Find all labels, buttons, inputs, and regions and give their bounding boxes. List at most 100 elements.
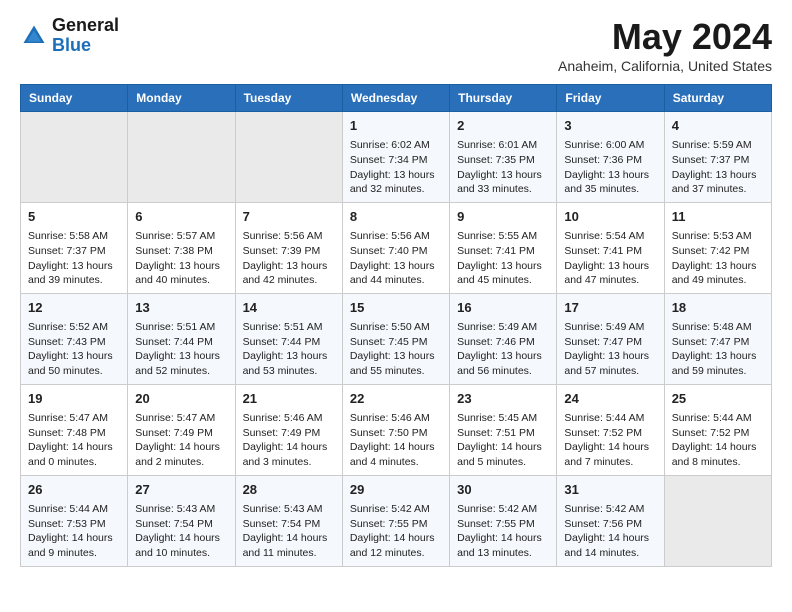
column-header-wednesday: Wednesday xyxy=(342,85,449,112)
day-info: Sunrise: 5:49 AM Sunset: 7:46 PM Dayligh… xyxy=(457,320,549,379)
column-header-sunday: Sunday xyxy=(21,85,128,112)
logo-general: General xyxy=(52,16,119,36)
calendar-cell: 23Sunrise: 5:45 AM Sunset: 7:51 PM Dayli… xyxy=(450,384,557,475)
day-info: Sunrise: 5:46 AM Sunset: 7:49 PM Dayligh… xyxy=(243,411,335,470)
day-number: 22 xyxy=(350,390,442,408)
calendar-cell: 27 Sunrise: 5:43 AM Sunset: 7:54 PM Dayli… xyxy=(128,475,235,566)
day-info: Sunrise: 5:43 AM Sunset: 7:54 PM Dayligh… xyxy=(243,502,335,561)
day-number: 11 xyxy=(672,208,764,226)
calendar-cell: 30 Sunrise: 5:42 AM Sunset: 7:55 PM Dayli… xyxy=(450,475,557,566)
calendar-cell: 25 Sunrise: 5:44 AM Sunset: 7:52 PM Dayli… xyxy=(664,384,771,475)
day-number: 9 xyxy=(457,208,549,226)
day-number: 21 xyxy=(243,390,335,408)
logo-blue: Blue xyxy=(52,36,119,56)
day-number: 13 xyxy=(135,299,227,317)
calendar-cell: 22 Sunrise: 5:46 AM Sunset: 7:50 PM Dayli… xyxy=(342,384,449,475)
day-info: Sunrise: 5:52 AM Sunset: 7:43 PM Dayligh… xyxy=(28,320,120,379)
calendar-cell: 13 Sunrise: 5:51 AM Sunset: 7:44 PM Dayli… xyxy=(128,293,235,384)
day-info: Sunrise: 5:59 AM Sunset: 7:37 PM Dayligh… xyxy=(672,138,764,197)
day-number: 24 xyxy=(564,390,656,408)
day-info: Sunrise: 5:42 AM Sunset: 7:55 PM Dayligh… xyxy=(350,502,442,561)
page-subtitle: Anaheim, California, United States xyxy=(558,58,772,74)
day-number: 27 xyxy=(135,481,227,499)
day-info: Sunrise: 5:47 AM Sunset: 7:48 PM Dayligh… xyxy=(28,411,120,470)
day-info: Sunrise: 5:53 AM Sunset: 7:42 PM Dayligh… xyxy=(672,229,764,288)
day-number: 16 xyxy=(457,299,549,317)
calendar-cell: 11 Sunrise: 5:53 AM Sunset: 7:42 PM Dayli… xyxy=(664,202,771,293)
calendar-cell: 9 Sunrise: 5:55 AM Sunset: 7:41 PM Daylig… xyxy=(450,202,557,293)
calendar-header-row: SundayMondayTuesdayWednesdayThursdayFrid… xyxy=(21,85,772,112)
day-number: 6 xyxy=(135,208,227,226)
day-number: 4 xyxy=(672,117,764,135)
calendar-cell: 21 Sunrise: 5:46 AM Sunset: 7:49 PM Dayli… xyxy=(235,384,342,475)
day-info: Sunrise: 6:00 AM Sunset: 7:36 PM Dayligh… xyxy=(564,138,656,197)
calendar-cell: 26 Sunrise: 5:44 AM Sunset: 7:53 PM Dayli… xyxy=(21,475,128,566)
title-block: May 2024 Anaheim, California, United Sta… xyxy=(558,16,772,74)
day-number: 17 xyxy=(564,299,656,317)
day-info: Sunrise: 5:55 AM Sunset: 7:41 PM Dayligh… xyxy=(457,229,549,288)
calendar-cell: 24 Sunrise: 5:44 AM Sunset: 7:52 PM Dayli… xyxy=(557,384,664,475)
calendar-cell: 19Sunrise: 5:47 AM Sunset: 7:48 PM Dayli… xyxy=(21,384,128,475)
day-info: Sunrise: 5:48 AM Sunset: 7:47 PM Dayligh… xyxy=(672,320,764,379)
day-info: Sunrise: 6:02 AM Sunset: 7:34 PM Dayligh… xyxy=(350,138,442,197)
day-info: Sunrise: 5:49 AM Sunset: 7:47 PM Dayligh… xyxy=(564,320,656,379)
calendar-cell: 6Sunrise: 5:57 AM Sunset: 7:38 PM Daylig… xyxy=(128,202,235,293)
column-header-thursday: Thursday xyxy=(450,85,557,112)
day-number: 30 xyxy=(457,481,549,499)
calendar-cell: 5Sunrise: 5:58 AM Sunset: 7:37 PM Daylig… xyxy=(21,202,128,293)
day-info: Sunrise: 5:44 AM Sunset: 7:52 PM Dayligh… xyxy=(672,411,764,470)
calendar-cell: 20Sunrise: 5:47 AM Sunset: 7:49 PM Dayli… xyxy=(128,384,235,475)
calendar-week-row: 19Sunrise: 5:47 AM Sunset: 7:48 PM Dayli… xyxy=(21,384,772,475)
calendar-cell: 31Sunrise: 5:42 AM Sunset: 7:56 PM Dayli… xyxy=(557,475,664,566)
calendar-cell: 1 Sunrise: 6:02 AM Sunset: 7:34 PM Daylig… xyxy=(342,112,449,203)
day-number: 28 xyxy=(243,481,335,499)
day-info: Sunrise: 5:56 AM Sunset: 7:40 PM Dayligh… xyxy=(350,229,442,288)
calendar-cell: 17 Sunrise: 5:49 AM Sunset: 7:47 PM Dayli… xyxy=(557,293,664,384)
day-info: Sunrise: 5:44 AM Sunset: 7:52 PM Dayligh… xyxy=(564,411,656,470)
column-header-monday: Monday xyxy=(128,85,235,112)
logo-icon xyxy=(20,22,48,50)
day-info: Sunrise: 5:44 AM Sunset: 7:53 PM Dayligh… xyxy=(28,502,120,561)
day-info: Sunrise: 5:56 AM Sunset: 7:39 PM Dayligh… xyxy=(243,229,335,288)
day-info: Sunrise: 5:50 AM Sunset: 7:45 PM Dayligh… xyxy=(350,320,442,379)
calendar-cell: 7 Sunrise: 5:56 AM Sunset: 7:39 PM Daylig… xyxy=(235,202,342,293)
calendar-cell: 2Sunrise: 6:01 AM Sunset: 7:35 PM Daylig… xyxy=(450,112,557,203)
column-header-saturday: Saturday xyxy=(664,85,771,112)
column-header-friday: Friday xyxy=(557,85,664,112)
calendar-week-row: 1 Sunrise: 6:02 AM Sunset: 7:34 PM Daylig… xyxy=(21,112,772,203)
calendar-cell: 18 Sunrise: 5:48 AM Sunset: 7:47 PM Dayli… xyxy=(664,293,771,384)
column-header-tuesday: Tuesday xyxy=(235,85,342,112)
calendar-week-row: 5Sunrise: 5:58 AM Sunset: 7:37 PM Daylig… xyxy=(21,202,772,293)
day-info: Sunrise: 5:46 AM Sunset: 7:50 PM Dayligh… xyxy=(350,411,442,470)
day-info: Sunrise: 5:51 AM Sunset: 7:44 PM Dayligh… xyxy=(243,320,335,379)
calendar-cell xyxy=(128,112,235,203)
day-number: 20 xyxy=(135,390,227,408)
day-number: 14 xyxy=(243,299,335,317)
day-info: Sunrise: 5:51 AM Sunset: 7:44 PM Dayligh… xyxy=(135,320,227,379)
page-title: May 2024 xyxy=(558,16,772,58)
day-number: 25 xyxy=(672,390,764,408)
logo-text: General Blue xyxy=(52,16,119,56)
day-number: 7 xyxy=(243,208,335,226)
page-header: General Blue May 2024 Anaheim, Californi… xyxy=(20,16,772,74)
calendar-week-row: 26 Sunrise: 5:44 AM Sunset: 7:53 PM Dayli… xyxy=(21,475,772,566)
day-number: 26 xyxy=(28,481,120,499)
day-number: 29 xyxy=(350,481,442,499)
day-number: 1 xyxy=(350,117,442,135)
calendar-table: SundayMondayTuesdayWednesdayThursdayFrid… xyxy=(20,84,772,567)
day-info: Sunrise: 5:42 AM Sunset: 7:55 PM Dayligh… xyxy=(457,502,549,561)
calendar-cell: 3 Sunrise: 6:00 AM Sunset: 7:36 PM Daylig… xyxy=(557,112,664,203)
calendar-cell: 10 Sunrise: 5:54 AM Sunset: 7:41 PM Dayli… xyxy=(557,202,664,293)
day-info: Sunrise: 5:54 AM Sunset: 7:41 PM Dayligh… xyxy=(564,229,656,288)
day-number: 18 xyxy=(672,299,764,317)
calendar-cell: 28 Sunrise: 5:43 AM Sunset: 7:54 PM Dayli… xyxy=(235,475,342,566)
day-number: 10 xyxy=(564,208,656,226)
day-number: 8 xyxy=(350,208,442,226)
calendar-cell xyxy=(21,112,128,203)
calendar-cell xyxy=(664,475,771,566)
day-number: 2 xyxy=(457,117,549,135)
calendar-week-row: 12Sunrise: 5:52 AM Sunset: 7:43 PM Dayli… xyxy=(21,293,772,384)
day-info: Sunrise: 5:45 AM Sunset: 7:51 PM Dayligh… xyxy=(457,411,549,470)
day-info: Sunrise: 5:43 AM Sunset: 7:54 PM Dayligh… xyxy=(135,502,227,561)
day-number: 3 xyxy=(564,117,656,135)
